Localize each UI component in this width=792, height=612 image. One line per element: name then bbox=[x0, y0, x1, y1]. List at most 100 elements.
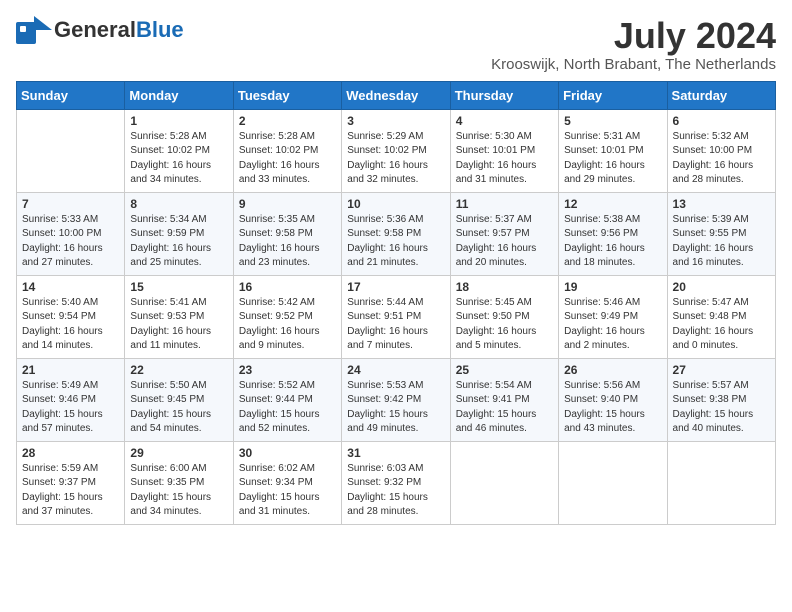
calendar-cell: 17Sunrise: 5:44 AM Sunset: 9:51 PM Dayli… bbox=[342, 275, 450, 358]
cell-sun-info: Sunrise: 5:53 AM Sunset: 9:42 PM Dayligh… bbox=[347, 379, 444, 437]
calendar-cell: 7 Sunrise: 5:33 AM Sunset: 10:00 PM Dayli… bbox=[17, 192, 125, 275]
month-year-title: July 2024 bbox=[491, 16, 776, 56]
day-number: 18 bbox=[456, 280, 553, 294]
calendar-cell: 23 Sunrise: 5:52 AM Sunset: 9:44 PM Dayli… bbox=[233, 358, 341, 441]
day-number: 13 bbox=[673, 197, 770, 211]
cell-sun-info: Sunrise: 5:35 AM Sunset: 9:58 PM Dayligh… bbox=[239, 213, 336, 271]
weekday-header-thursday: Thursday bbox=[450, 81, 558, 109]
calendar-week-row: 7 Sunrise: 5:33 AM Sunset: 10:00 PM Dayli… bbox=[17, 192, 776, 275]
cell-sun-info: Sunrise: 5:28 AM Sunset: 10:02 PM Daylig… bbox=[239, 130, 336, 188]
logo-text: GeneralBlue bbox=[54, 19, 184, 41]
cell-sun-info: Sunrise: 5:32 AM Sunset: 10:00 PM Daylig… bbox=[673, 130, 770, 188]
weekday-header-friday: Friday bbox=[559, 81, 667, 109]
cell-sun-info: Sunrise: 5:34 AM Sunset: 9:59 PM Dayligh… bbox=[130, 213, 227, 271]
cell-sun-info: Sunrise: 5:37 AM Sunset: 9:57 PM Dayligh… bbox=[456, 213, 553, 271]
cell-sun-info: Sunrise: 6:03 AM Sunset: 9:32 PM Dayligh… bbox=[347, 462, 444, 520]
day-number: 3 bbox=[347, 114, 444, 128]
day-number: 19 bbox=[564, 280, 661, 294]
day-number: 11 bbox=[456, 197, 553, 211]
day-number: 24 bbox=[347, 363, 444, 377]
day-number: 6 bbox=[673, 114, 770, 128]
day-number: 12 bbox=[564, 197, 661, 211]
calendar-cell: 26 Sunrise: 5:56 AM Sunset: 9:40 PM Dayli… bbox=[559, 358, 667, 441]
cell-sun-info: Sunrise: 5:46 AM Sunset: 9:49 PM Dayligh… bbox=[564, 296, 661, 354]
cell-sun-info: Sunrise: 5:56 AM Sunset: 9:40 PM Dayligh… bbox=[564, 379, 661, 437]
calendar-cell: 13Sunrise: 5:39 AM Sunset: 9:55 PM Dayli… bbox=[667, 192, 775, 275]
cell-sun-info: Sunrise: 5:33 AM Sunset: 10:00 PM Daylig… bbox=[22, 213, 119, 271]
cell-sun-info: Sunrise: 5:49 AM Sunset: 9:46 PM Dayligh… bbox=[22, 379, 119, 437]
cell-sun-info: Sunrise: 5:57 AM Sunset: 9:38 PM Dayligh… bbox=[673, 379, 770, 437]
cell-sun-info: Sunrise: 5:52 AM Sunset: 9:44 PM Dayligh… bbox=[239, 379, 336, 437]
calendar-cell: 22 Sunrise: 5:50 AM Sunset: 9:45 PM Dayli… bbox=[125, 358, 233, 441]
calendar-cell: 31Sunrise: 6:03 AM Sunset: 9:32 PM Dayli… bbox=[342, 441, 450, 524]
cell-sun-info: Sunrise: 5:59 AM Sunset: 9:37 PM Dayligh… bbox=[22, 462, 119, 520]
day-number: 27 bbox=[673, 363, 770, 377]
day-number: 30 bbox=[239, 446, 336, 460]
calendar-week-row: 21 Sunrise: 5:49 AM Sunset: 9:46 PM Dayli… bbox=[17, 358, 776, 441]
day-number: 9 bbox=[239, 197, 336, 211]
calendar-cell: 25 Sunrise: 5:54 AM Sunset: 9:41 PM Dayli… bbox=[450, 358, 558, 441]
cell-sun-info: Sunrise: 5:31 AM Sunset: 10:01 PM Daylig… bbox=[564, 130, 661, 188]
day-number: 2 bbox=[239, 114, 336, 128]
day-number: 14 bbox=[22, 280, 119, 294]
day-number: 10 bbox=[347, 197, 444, 211]
calendar-cell: 9 Sunrise: 5:35 AM Sunset: 9:58 PM Daylig… bbox=[233, 192, 341, 275]
day-number: 23 bbox=[239, 363, 336, 377]
logo-icon bbox=[16, 16, 52, 44]
cell-sun-info: Sunrise: 5:42 AM Sunset: 9:52 PM Dayligh… bbox=[239, 296, 336, 354]
weekday-header-wednesday: Wednesday bbox=[342, 81, 450, 109]
calendar-cell: 4 Sunrise: 5:30 AM Sunset: 10:01 PM Dayli… bbox=[450, 109, 558, 192]
cell-sun-info: Sunrise: 5:54 AM Sunset: 9:41 PM Dayligh… bbox=[456, 379, 553, 437]
day-number: 8 bbox=[130, 197, 227, 211]
calendar-cell: 1Sunrise: 5:28 AM Sunset: 10:02 PM Dayli… bbox=[125, 109, 233, 192]
day-number: 5 bbox=[564, 114, 661, 128]
cell-sun-info: Sunrise: 5:38 AM Sunset: 9:56 PM Dayligh… bbox=[564, 213, 661, 271]
logo-general-text: General bbox=[54, 17, 136, 42]
calendar-cell bbox=[559, 441, 667, 524]
day-number: 16 bbox=[239, 280, 336, 294]
weekday-header-monday: Monday bbox=[125, 81, 233, 109]
calendar-cell: 20Sunrise: 5:47 AM Sunset: 9:48 PM Dayli… bbox=[667, 275, 775, 358]
calendar-cell: 27 Sunrise: 5:57 AM Sunset: 9:38 PM Dayli… bbox=[667, 358, 775, 441]
cell-sun-info: Sunrise: 5:41 AM Sunset: 9:53 PM Dayligh… bbox=[130, 296, 227, 354]
calendar-cell: 30 Sunrise: 6:02 AM Sunset: 9:34 PM Dayli… bbox=[233, 441, 341, 524]
day-number: 7 bbox=[22, 197, 119, 211]
day-number: 29 bbox=[130, 446, 227, 460]
calendar-cell: 28Sunrise: 5:59 AM Sunset: 9:37 PM Dayli… bbox=[17, 441, 125, 524]
calendar-cell: 12 Sunrise: 5:38 AM Sunset: 9:56 PM Dayli… bbox=[559, 192, 667, 275]
weekday-header-sunday: Sunday bbox=[17, 81, 125, 109]
title-area: July 2024 Krooswijk, North Brabant, The … bbox=[491, 16, 776, 73]
calendar-cell: 10 Sunrise: 5:36 AM Sunset: 9:58 PM Dayli… bbox=[342, 192, 450, 275]
calendar-week-row: 14Sunrise: 5:40 AM Sunset: 9:54 PM Dayli… bbox=[17, 275, 776, 358]
logo-blue-text: Blue bbox=[136, 17, 184, 42]
calendar-cell: 11 Sunrise: 5:37 AM Sunset: 9:57 PM Dayli… bbox=[450, 192, 558, 275]
calendar-cell: 8 Sunrise: 5:34 AM Sunset: 9:59 PM Daylig… bbox=[125, 192, 233, 275]
calendar-cell: 6 Sunrise: 5:32 AM Sunset: 10:00 PM Dayli… bbox=[667, 109, 775, 192]
day-number: 26 bbox=[564, 363, 661, 377]
cell-sun-info: Sunrise: 5:36 AM Sunset: 9:58 PM Dayligh… bbox=[347, 213, 444, 271]
day-number: 4 bbox=[456, 114, 553, 128]
cell-sun-info: Sunrise: 5:28 AM Sunset: 10:02 PM Daylig… bbox=[130, 130, 227, 188]
logo: GeneralBlue bbox=[16, 16, 184, 44]
calendar-cell: 14Sunrise: 5:40 AM Sunset: 9:54 PM Dayli… bbox=[17, 275, 125, 358]
calendar-cell: 16 Sunrise: 5:42 AM Sunset: 9:52 PM Dayli… bbox=[233, 275, 341, 358]
cell-sun-info: Sunrise: 5:50 AM Sunset: 9:45 PM Dayligh… bbox=[130, 379, 227, 437]
calendar-cell: 15Sunrise: 5:41 AM Sunset: 9:53 PM Dayli… bbox=[125, 275, 233, 358]
weekday-header-tuesday: Tuesday bbox=[233, 81, 341, 109]
calendar-cell: 29 Sunrise: 6:00 AM Sunset: 9:35 PM Dayli… bbox=[125, 441, 233, 524]
calendar-cell bbox=[17, 109, 125, 192]
page-header: GeneralBlue July 2024 Krooswijk, North B… bbox=[16, 16, 776, 73]
cell-sun-info: Sunrise: 5:30 AM Sunset: 10:01 PM Daylig… bbox=[456, 130, 553, 188]
cell-sun-info: Sunrise: 5:29 AM Sunset: 10:02 PM Daylig… bbox=[347, 130, 444, 188]
day-number: 21 bbox=[22, 363, 119, 377]
location-subtitle: Krooswijk, North Brabant, The Netherland… bbox=[491, 56, 776, 73]
day-number: 22 bbox=[130, 363, 227, 377]
calendar-cell: 24 Sunrise: 5:53 AM Sunset: 9:42 PM Dayli… bbox=[342, 358, 450, 441]
calendar-week-row: 1Sunrise: 5:28 AM Sunset: 10:02 PM Dayli… bbox=[17, 109, 776, 192]
cell-sun-info: Sunrise: 6:00 AM Sunset: 9:35 PM Dayligh… bbox=[130, 462, 227, 520]
calendar-header: SundayMondayTuesdayWednesdayThursdayFrid… bbox=[17, 81, 776, 109]
cell-sun-info: Sunrise: 6:02 AM Sunset: 9:34 PM Dayligh… bbox=[239, 462, 336, 520]
calendar-table: SundayMondayTuesdayWednesdayThursdayFrid… bbox=[16, 81, 776, 525]
calendar-cell: 21 Sunrise: 5:49 AM Sunset: 9:46 PM Dayli… bbox=[17, 358, 125, 441]
day-number: 25 bbox=[456, 363, 553, 377]
